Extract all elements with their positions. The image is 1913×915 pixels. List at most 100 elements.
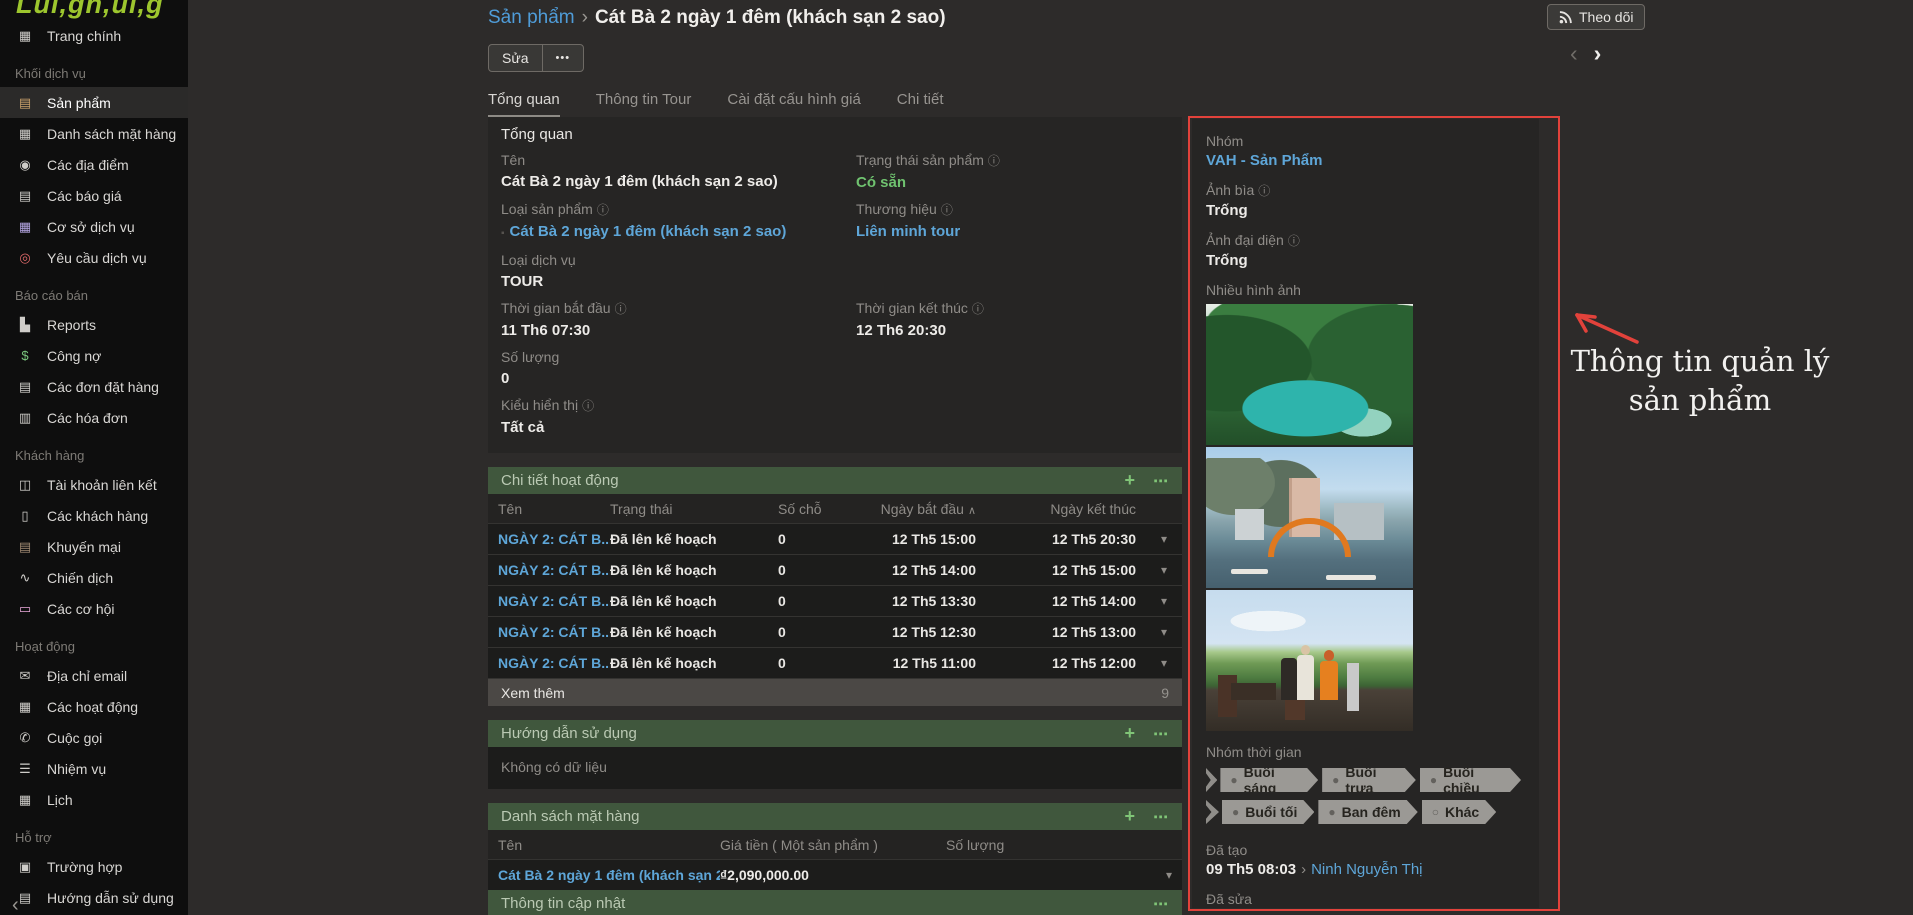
- activity-name-link[interactable]: NGÀY 2: CÁT B...: [498, 593, 610, 609]
- row-dropdown-icon[interactable]: ▾: [1136, 656, 1167, 670]
- tag-label: Buổi chiều: [1443, 764, 1504, 796]
- time-tag-chip: ● Buổi trưa: [1322, 768, 1416, 792]
- activity-end: 12 Th5 20:30: [976, 531, 1136, 547]
- info-icon[interactable]: ⓘ: [582, 399, 594, 413]
- sidebar-entry[interactable]: ▥ Các hóa đơn: [0, 402, 188, 433]
- group-value-link[interactable]: VAH - Sản Phẩm: [1206, 152, 1525, 169]
- previous-record-icon[interactable]: ‹: [1570, 40, 1578, 67]
- activity-row[interactable]: NGÀY 2: CÁT B... Đã lên kế hoạch 0 12 Th…: [488, 647, 1182, 678]
- sidebar-entry[interactable]: ▤ Các báo giá: [0, 180, 188, 211]
- guide-menu-icon[interactable]: ⋯: [1153, 725, 1169, 743]
- activity-start: 12 Th5 15:00: [864, 531, 976, 547]
- page-title: Cát Bà 2 ngày 1 đêm (khách sạn 2 sao): [595, 7, 946, 28]
- sidebar-item-label: Sản phẩm: [47, 95, 111, 111]
- sidebar-item-label: Trường hợp: [47, 859, 122, 875]
- lagoon-photo[interactable]: [1206, 304, 1413, 445]
- sidebar-entry[interactable]: ◉ Các địa điểm: [0, 149, 188, 180]
- info-icon[interactable]: ⓘ: [972, 302, 984, 316]
- sidebar-item-label: Trang chính: [47, 28, 121, 44]
- update-menu-icon[interactable]: ⋯: [1153, 895, 1169, 913]
- activity-row[interactable]: NGÀY 2: CÁT B... Đã lên kế hoạch 0 12 Th…: [488, 523, 1182, 554]
- next-record-icon[interactable]: ›: [1594, 40, 1602, 67]
- activity-show-more[interactable]: Xem thêm 9: [488, 678, 1182, 706]
- sidebar-entry[interactable]: ▭ Các cơ hội: [0, 593, 188, 624]
- add-activity-icon[interactable]: +: [1124, 470, 1135, 491]
- row-dropdown-icon[interactable]: ▾: [1136, 532, 1167, 546]
- sort-column[interactable]: Ngày bắt đầu∧: [864, 501, 976, 517]
- info-icon[interactable]: ⓘ: [1258, 184, 1270, 198]
- activity-menu-icon[interactable]: ⋯: [1153, 472, 1169, 490]
- sidebar-collapse-icon[interactable]: ‹: [12, 894, 19, 915]
- tab[interactable]: Chi tiết: [897, 91, 944, 117]
- guide-empty-state: Không có dữ liệu: [488, 747, 1182, 789]
- service-grid-icon: ▦: [15, 219, 35, 235]
- row-dropdown-icon[interactable]: ▾: [1136, 625, 1167, 639]
- tab[interactable]: Tổng quan: [488, 91, 560, 117]
- row-dropdown-icon[interactable]: ▾: [1136, 594, 1167, 608]
- item-row[interactable]: Cát Bà 2 ngày 1 đêm (khách sạn 2 sao) ₫2…: [488, 859, 1182, 890]
- activity-row[interactable]: NGÀY 2: CÁT B... Đã lên kế hoạch 0 12 Th…: [488, 585, 1182, 616]
- sidebar-entry[interactable]: ▤ Các đơn đặt hàng: [0, 371, 188, 402]
- sidebar-entry[interactable]: ▤ Sản phẩm: [0, 87, 188, 118]
- add-guide-icon[interactable]: +: [1124, 723, 1135, 744]
- edit-button[interactable]: Sửa: [489, 45, 542, 71]
- info-icon[interactable]: ⓘ: [615, 302, 627, 316]
- sidebar-entry[interactable]: ▦ Lịch: [0, 784, 188, 815]
- viewpoint-photo[interactable]: [1206, 590, 1413, 731]
- sidebar-entry[interactable]: ▦ Trang chính: [0, 20, 188, 51]
- sidebar-menu: ▦ Trang chính Khối dịch vụ ▤ Sản phẩm ▦ …: [0, 20, 188, 913]
- sidebar-entry[interactable]: ∿ Chiến dịch: [0, 562, 188, 593]
- time-tag-chip: ○ Khác: [1422, 800, 1496, 824]
- activity-name-link[interactable]: NGÀY 2: CÁT B...: [498, 562, 610, 578]
- activity-row[interactable]: NGÀY 2: CÁT B... Đã lên kế hoạch 0 12 Th…: [488, 616, 1182, 647]
- sidebar-entry[interactable]: ▤ Khuyến mại: [0, 531, 188, 562]
- brand-link[interactable]: Liên minh tour: [856, 223, 960, 240]
- sidebar-entry[interactable]: ▦ Danh sách mặt hàng: [0, 118, 188, 149]
- group-label: Nhóm: [1206, 133, 1525, 149]
- info-icon[interactable]: ⓘ: [1288, 234, 1300, 248]
- field-end-time: Thời gian kết thúcⓘ 12 Th6 20:30: [856, 300, 1169, 340]
- activity-name-link[interactable]: NGÀY 2: CÁT B...: [498, 655, 610, 671]
- sidebar-entry[interactable]: ◎ Yêu cầu dịch vụ: [0, 242, 188, 273]
- sidebar-item-label: Các khách hàng: [47, 508, 148, 524]
- calendar-icon: ▦: [15, 792, 35, 808]
- more-actions-button[interactable]: •••: [542, 45, 584, 71]
- product-icon: ▤: [15, 95, 35, 111]
- row-dropdown-icon[interactable]: ▾: [1136, 563, 1167, 577]
- breadcrumb-module-link[interactable]: Sản phẩm: [488, 7, 575, 28]
- product-type-link[interactable]: Cát Bà 2 ngày 1 đêm (khách sạn 2 sao): [510, 223, 787, 240]
- sidebar-item-label: Hỗ trợ: [15, 830, 52, 845]
- sidebar-entry[interactable]: ✆ Cuộc gọi: [0, 722, 188, 753]
- sidebar-entry[interactable]: ▯ Các khách hàng: [0, 500, 188, 531]
- sidebar-entry[interactable]: ◫ Tài khoản liên kết: [0, 469, 188, 500]
- info-icon[interactable]: ⓘ: [941, 203, 953, 217]
- info-icon[interactable]: ⓘ: [988, 154, 1000, 168]
- row-dropdown-icon[interactable]: ▾: [1148, 868, 1172, 882]
- cover-image-value: Trống: [1206, 202, 1525, 219]
- add-item-icon[interactable]: +: [1124, 806, 1135, 827]
- sidebar-entry[interactable]: ▤ Hướng dẫn sử dụng: [0, 882, 188, 913]
- sidebar-entry[interactable]: ▦ Cơ sở dịch vụ: [0, 211, 188, 242]
- sidebar-item-label: Lịch: [47, 792, 73, 808]
- activity-row[interactable]: NGÀY 2: CÁT B... Đã lên kế hoạch 0 12 Th…: [488, 554, 1182, 585]
- sidebar-entry[interactable]: ▙ Reports: [0, 309, 188, 340]
- created-by-link[interactable]: Ninh Nguyễn Thị: [1311, 861, 1422, 878]
- follow-button[interactable]: Theo dõi: [1547, 4, 1645, 30]
- items-menu-icon[interactable]: ⋯: [1153, 808, 1169, 826]
- item-name-link[interactable]: Cát Bà 2 ngày 1 đêm (khách sạn 2 sao): [498, 867, 720, 883]
- harbor-photo[interactable]: [1206, 447, 1413, 588]
- sort-asc-icon: ∧: [968, 505, 976, 517]
- activity-name-link[interactable]: NGÀY 2: CÁT B...: [498, 624, 610, 640]
- info-icon[interactable]: ⓘ: [597, 203, 609, 217]
- sidebar-entry[interactable]: ☰ Nhiệm vụ: [0, 753, 188, 784]
- update-section-title: Thông tin cập nhật: [501, 895, 625, 912]
- sidebar-entry: Hoạt động: [0, 624, 188, 660]
- sidebar-entry[interactable]: ✉ Địa chỉ email: [0, 660, 188, 691]
- tag-dot-icon: ●: [1232, 805, 1239, 819]
- tab[interactable]: Thông tin Tour: [596, 91, 692, 117]
- sidebar-entry[interactable]: $ Công nợ: [0, 340, 188, 371]
- activity-name-link[interactable]: NGÀY 2: CÁT B...: [498, 531, 610, 547]
- sidebar-entry[interactable]: ▦ Các hoạt động: [0, 691, 188, 722]
- tab[interactable]: Cài đặt cấu hình giá: [727, 91, 860, 117]
- sidebar-entry[interactable]: ▣ Trường hợp: [0, 851, 188, 882]
